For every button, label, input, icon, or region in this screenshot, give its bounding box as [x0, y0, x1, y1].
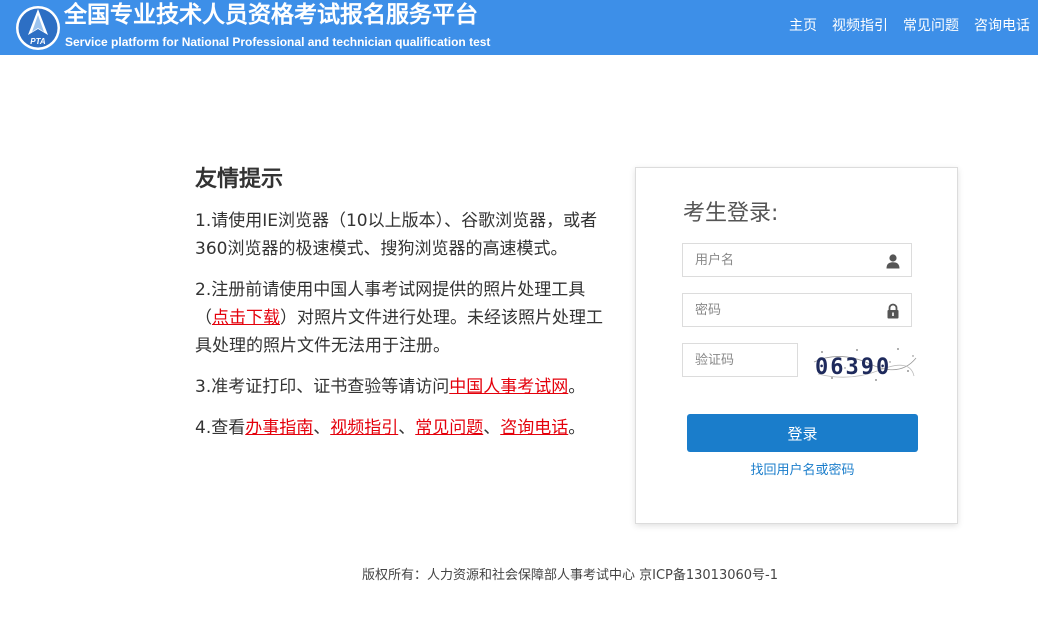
cpta-site-link[interactable]: 中国人事考试网	[449, 377, 568, 397]
tip-browser: 1.请使用IE浏览器（10以上版本）、谷歌浏览器，或者360浏览器的极速模式、搜…	[195, 211, 598, 259]
tip-admission-text: 3.准考证打印、证书查验等请访问	[195, 377, 450, 397]
user-icon	[886, 254, 900, 269]
password-input[interactable]	[683, 294, 885, 326]
friendly-tips: 友情提示 1.请使用IE浏览器（10以上版本）、谷歌浏览器，或者360浏览器的极…	[195, 165, 615, 455]
tip-view: 4.查看办事指南、视频指引、常见问题、咨询电话。	[195, 414, 615, 442]
captcha-input[interactable]	[683, 344, 795, 376]
forgot-credentials-link[interactable]: 找回用户名或密码	[687, 459, 918, 478]
tips-title: 友情提示	[195, 167, 284, 192]
site-subtitle: Service platform for National Profession…	[65, 35, 491, 49]
video-guide-link[interactable]: 视频指引	[330, 418, 398, 438]
separator: 、	[483, 418, 501, 438]
tip-admission-end: 。	[568, 377, 586, 397]
header: PTA 全国专业技术人员资格考试报名服务平台 Service platform …	[0, 0, 1038, 55]
nav-video-guide[interactable]: 视频指引	[832, 17, 888, 35]
nav-home[interactable]: 主页	[789, 17, 817, 35]
tip-view-text: 4.查看	[195, 418, 246, 438]
captcha-field-box	[682, 343, 798, 377]
login-button[interactable]: 登录	[687, 414, 918, 452]
faq-link[interactable]: 常见问题	[415, 418, 483, 438]
guide-link[interactable]: 办事指南	[245, 418, 313, 438]
separator: 、	[398, 418, 416, 438]
logo-text: PTA	[30, 37, 46, 46]
tip-admission: 3.准考证打印、证书查验等请访问中国人事考试网。	[195, 373, 615, 401]
footer-copyright: 版权所有：人力资源和社会保障部人事考试中心 京ICP备13013060号-1	[361, 568, 778, 583]
site-title: 全国专业技术人员资格考试报名服务平台	[64, 2, 478, 28]
captcha-code: 06390	[815, 355, 891, 380]
login-panel: 考生登录: 06390 登录 找回用户名或密码	[635, 167, 958, 524]
lock-icon	[887, 303, 899, 319]
nav-contact-phone[interactable]: 咨询电话	[974, 17, 1030, 35]
top-nav: 主页 视频指引 常见问题 咨询电话	[774, 17, 1030, 35]
tip-photo-tool: 2.注册前请使用中国人事考试网提供的照片处理工具（点击下载）对照片文件进行处理。…	[195, 276, 615, 360]
login-title: 考生登录:	[683, 201, 779, 226]
nav-faq[interactable]: 常见问题	[903, 17, 959, 35]
username-input[interactable]	[683, 244, 885, 276]
username-field-box	[682, 243, 912, 277]
captcha-image[interactable]: 06390	[810, 344, 918, 384]
password-field-box	[682, 293, 912, 327]
tip-view-end: 。	[568, 418, 586, 438]
pta-logo[interactable]: PTA	[15, 5, 61, 51]
contact-phone-link[interactable]: 咨询电话	[500, 418, 568, 438]
separator: 、	[313, 418, 331, 438]
download-tool-link[interactable]: 点击下载	[212, 308, 280, 328]
